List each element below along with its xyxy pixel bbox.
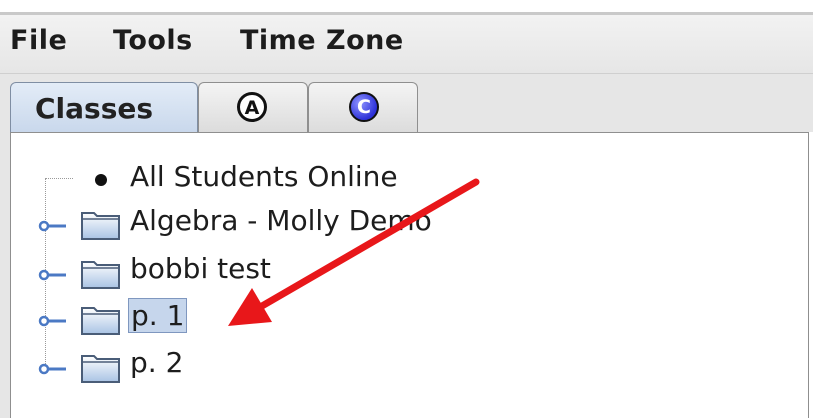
tree-branch-root	[45, 178, 73, 179]
tree-item-class[interactable]: p. 2	[128, 346, 185, 379]
tree-item-all-students-online[interactable]: All Students Online	[128, 160, 400, 193]
tab-bar: Classes A C	[0, 74, 813, 132]
folder-icon	[81, 212, 120, 240]
folder-icon	[81, 355, 120, 383]
menu-time-zone[interactable]: Time Zone	[240, 25, 404, 56]
expand-handle-icon[interactable]	[38, 362, 68, 376]
tree-item-class[interactable]: bobbi test	[128, 252, 273, 285]
tree-item-class[interactable]: Algebra - Molly Demo	[128, 204, 434, 237]
expand-handle-icon[interactable]	[38, 268, 68, 282]
tab-classes[interactable]: Classes	[10, 82, 198, 132]
panel-left-edge	[0, 74, 10, 418]
folder-icon	[81, 261, 120, 289]
menu-bar: File Tools Time Zone	[0, 15, 813, 74]
expand-handle-icon[interactable]	[38, 219, 68, 233]
tab-c[interactable]: C	[308, 82, 418, 132]
tab-classes-label: Classes	[35, 92, 154, 125]
menu-tools[interactable]: Tools	[113, 25, 193, 56]
bullet-icon	[95, 174, 107, 186]
menu-file[interactable]: File	[10, 25, 67, 56]
folder-icon	[81, 307, 120, 335]
expand-handle-icon[interactable]	[38, 314, 68, 328]
window-top-edge	[0, 0, 813, 12]
tab-a[interactable]: A	[198, 82, 308, 132]
tree-item-class-selected[interactable]: p. 1	[128, 298, 188, 333]
c-circle-icon: C	[349, 92, 379, 122]
a-circle-icon: A	[237, 92, 267, 122]
